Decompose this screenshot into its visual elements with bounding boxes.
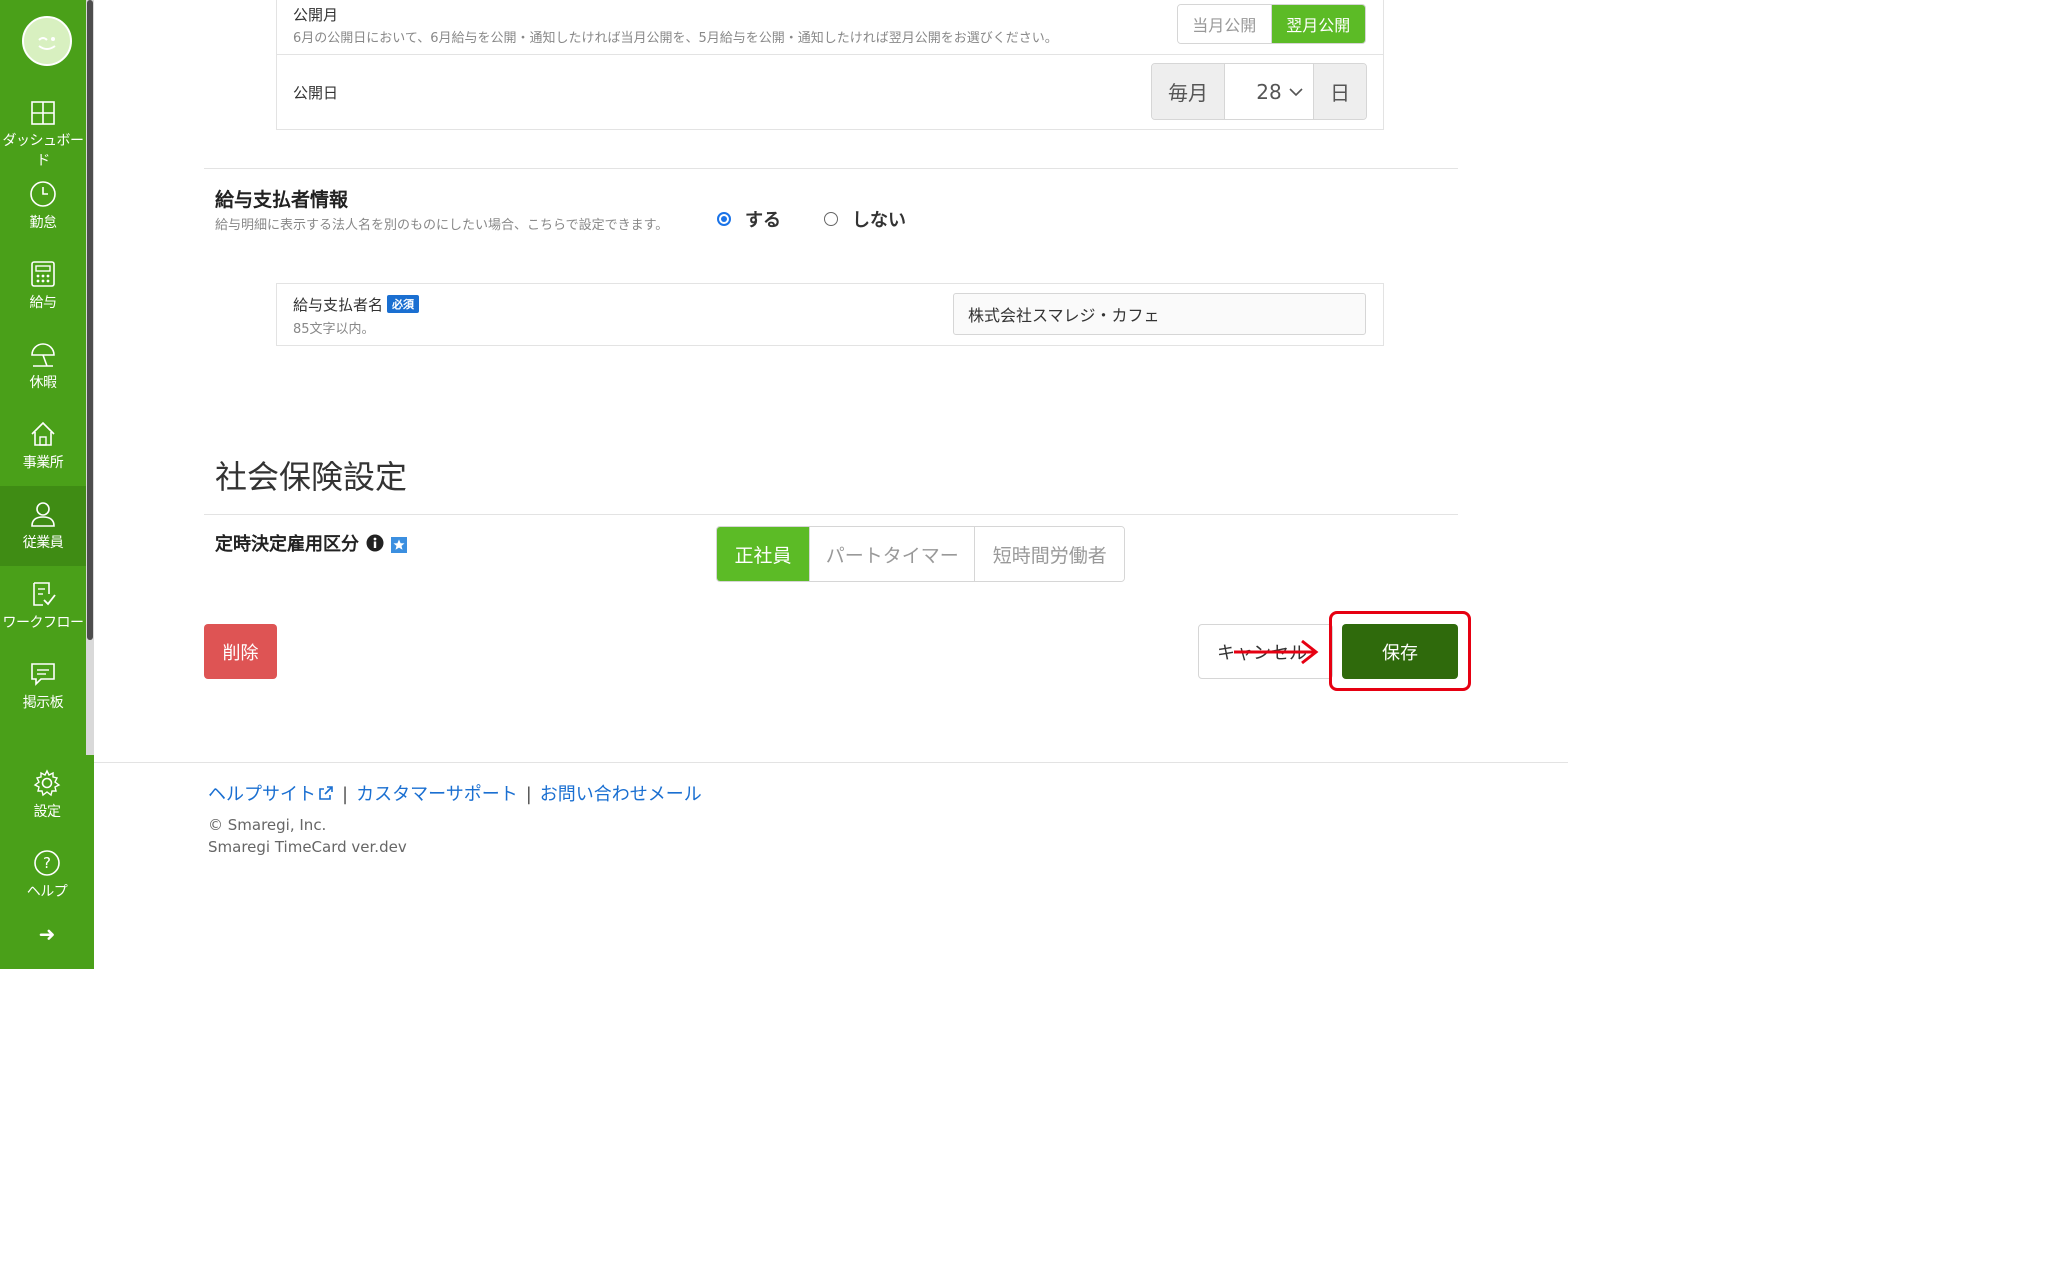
divider — [277, 54, 1383, 55]
option-part-timer[interactable]: パートタイマー — [810, 527, 976, 581]
chevron-down-icon — [1289, 88, 1303, 97]
copyright-text: © Smaregi, Inc. — [208, 816, 327, 834]
sidebar-item-bulletin[interactable]: 掲示板 — [0, 646, 86, 726]
sidebar-item-dashboard[interactable]: ダッシュボード — [0, 86, 86, 169]
sidebar-item-payroll[interactable]: 給与 — [0, 246, 86, 326]
help-site-link[interactable]: ヘルプサイト — [208, 784, 334, 805]
option-short-time-worker[interactable]: 短時間労働者 — [975, 527, 1124, 581]
payer-name-input[interactable] — [953, 293, 1366, 335]
required-badge: 必須 — [387, 295, 420, 313]
sidebar-item-label: 事業所 — [22, 455, 64, 471]
option-current-month[interactable]: 当月公開 — [1178, 5, 1272, 43]
section-divider — [204, 168, 1458, 169]
publish-month-toggle: 当月公開 翌月公開 — [1177, 4, 1366, 44]
sidebar-item-label: ヘルプ — [26, 884, 68, 900]
save-button[interactable]: 保存 — [1342, 624, 1458, 679]
option-full-time[interactable]: 正社員 — [717, 527, 811, 581]
star-badge-icon — [391, 537, 407, 553]
sidebar-item-label: 掲示板 — [22, 695, 64, 711]
payer-name-label-row: 給与支払者名 必須 — [293, 294, 420, 315]
calculator-icon — [31, 261, 55, 287]
separator: | — [525, 784, 532, 805]
payer-section-help: 給与明細に表示する法人名を別のものにしたい場合、こちらで設定できます。 — [215, 218, 669, 233]
gear-icon — [33, 769, 61, 797]
version-text: Smaregi TimeCard ver.dev — [208, 838, 407, 856]
publish-month-help: 6月の公開日において、6月給与を公開・通知したければ当月公開を、5月給与を公開・… — [293, 31, 1058, 46]
sidebar-item-leave[interactable]: 休暇 — [0, 326, 86, 406]
sidebar-item-label: ワークフロー — [2, 615, 85, 631]
radio-payer-no[interactable]: しない — [824, 206, 906, 232]
sidebar-item-label: 休暇 — [29, 375, 58, 391]
arrow-right-icon — [1234, 639, 1319, 665]
publish-day-label: 公開日 — [293, 84, 339, 102]
customer-support-link[interactable]: カスタマーサポート — [356, 784, 518, 805]
radio-label: しない — [852, 210, 906, 231]
sidebar-item-label: 給与 — [29, 295, 58, 311]
sidebar-item-label: ダッシュボード — [2, 133, 85, 169]
separator: | — [342, 784, 349, 805]
home-icon — [31, 421, 55, 446]
publish-day-input-group: 毎月 28 日 — [1151, 63, 1367, 120]
publish-day-value: 28 — [1256, 79, 1282, 104]
clock-icon — [30, 181, 56, 207]
chat-icon — [31, 663, 55, 686]
contact-mail-link[interactable]: お問い合わせメール — [540, 784, 702, 805]
sidebar-item-attendance[interactable]: 勤怠 — [0, 166, 86, 246]
app-logo[interactable] — [22, 16, 72, 66]
social-insurance-title: 社会保険設定 — [215, 458, 408, 496]
footer-copy: © Smaregi, Inc. Smaregi TimeCard ver.dev — [208, 814, 407, 858]
info-icon[interactable] — [366, 534, 384, 552]
publish-month-label: 公開月 — [293, 6, 339, 24]
day-suffix: 日 — [1314, 64, 1366, 119]
sidebar-item-workflow[interactable]: ワークフロー — [0, 566, 86, 646]
sidebar-item-office[interactable]: 事業所 — [0, 406, 86, 486]
checklist-icon — [33, 582, 56, 606]
sidebar-item-employees[interactable]: 従業員 — [0, 486, 86, 566]
section-divider — [204, 514, 1458, 515]
question-icon: ? — [34, 850, 60, 876]
umbrella-icon — [31, 343, 55, 367]
option-next-month[interactable]: 翌月公開 — [1271, 5, 1365, 43]
sidebar-item-label: 従業員 — [22, 535, 64, 551]
sidebar-scrollbar[interactable] — [86, 0, 94, 755]
payer-section-title: 給与支払者情報 — [215, 189, 349, 211]
footer-divider — [94, 762, 1568, 763]
day-prefix: 毎月 — [1152, 64, 1224, 119]
employment-class-label-row: 定時決定雇用区分 — [215, 530, 408, 556]
employment-class-toggle: 正社員 パートタイマー 短時間労働者 — [716, 526, 1125, 582]
user-icon — [31, 502, 55, 527]
dashboard-icon — [31, 101, 55, 125]
employment-class-label: 定時決定雇用区分 — [215, 534, 359, 555]
expand-sidebar-icon[interactable]: ➜ — [0, 922, 94, 946]
radio-label: する — [745, 210, 781, 231]
delete-button[interactable]: 削除 — [204, 624, 277, 679]
sidebar-item-label: 勤怠 — [29, 215, 58, 231]
footer-links: ヘルプサイト | カスタマーサポート | お問い合わせメール — [208, 780, 702, 806]
svg-text:?: ? — [43, 854, 51, 872]
sidebar-item-help[interactable]: ? ヘルプ — [0, 835, 94, 915]
help-site-label: ヘルプサイト — [208, 784, 316, 805]
radio-payer-yes[interactable]: する — [717, 206, 781, 232]
payer-name-label: 給与支払者名 — [293, 296, 384, 314]
scrollbar-thumb[interactable] — [87, 0, 93, 640]
radio-checked-icon — [717, 212, 731, 226]
external-link-icon — [319, 786, 333, 800]
radio-unchecked-icon — [824, 212, 838, 226]
sidebar-item-settings[interactable]: 設定 — [0, 755, 94, 835]
sidebar-item-label: 設定 — [33, 804, 62, 820]
publish-day-select[interactable]: 28 — [1224, 64, 1314, 119]
payer-name-help: 85文字以内。 — [293, 322, 375, 337]
